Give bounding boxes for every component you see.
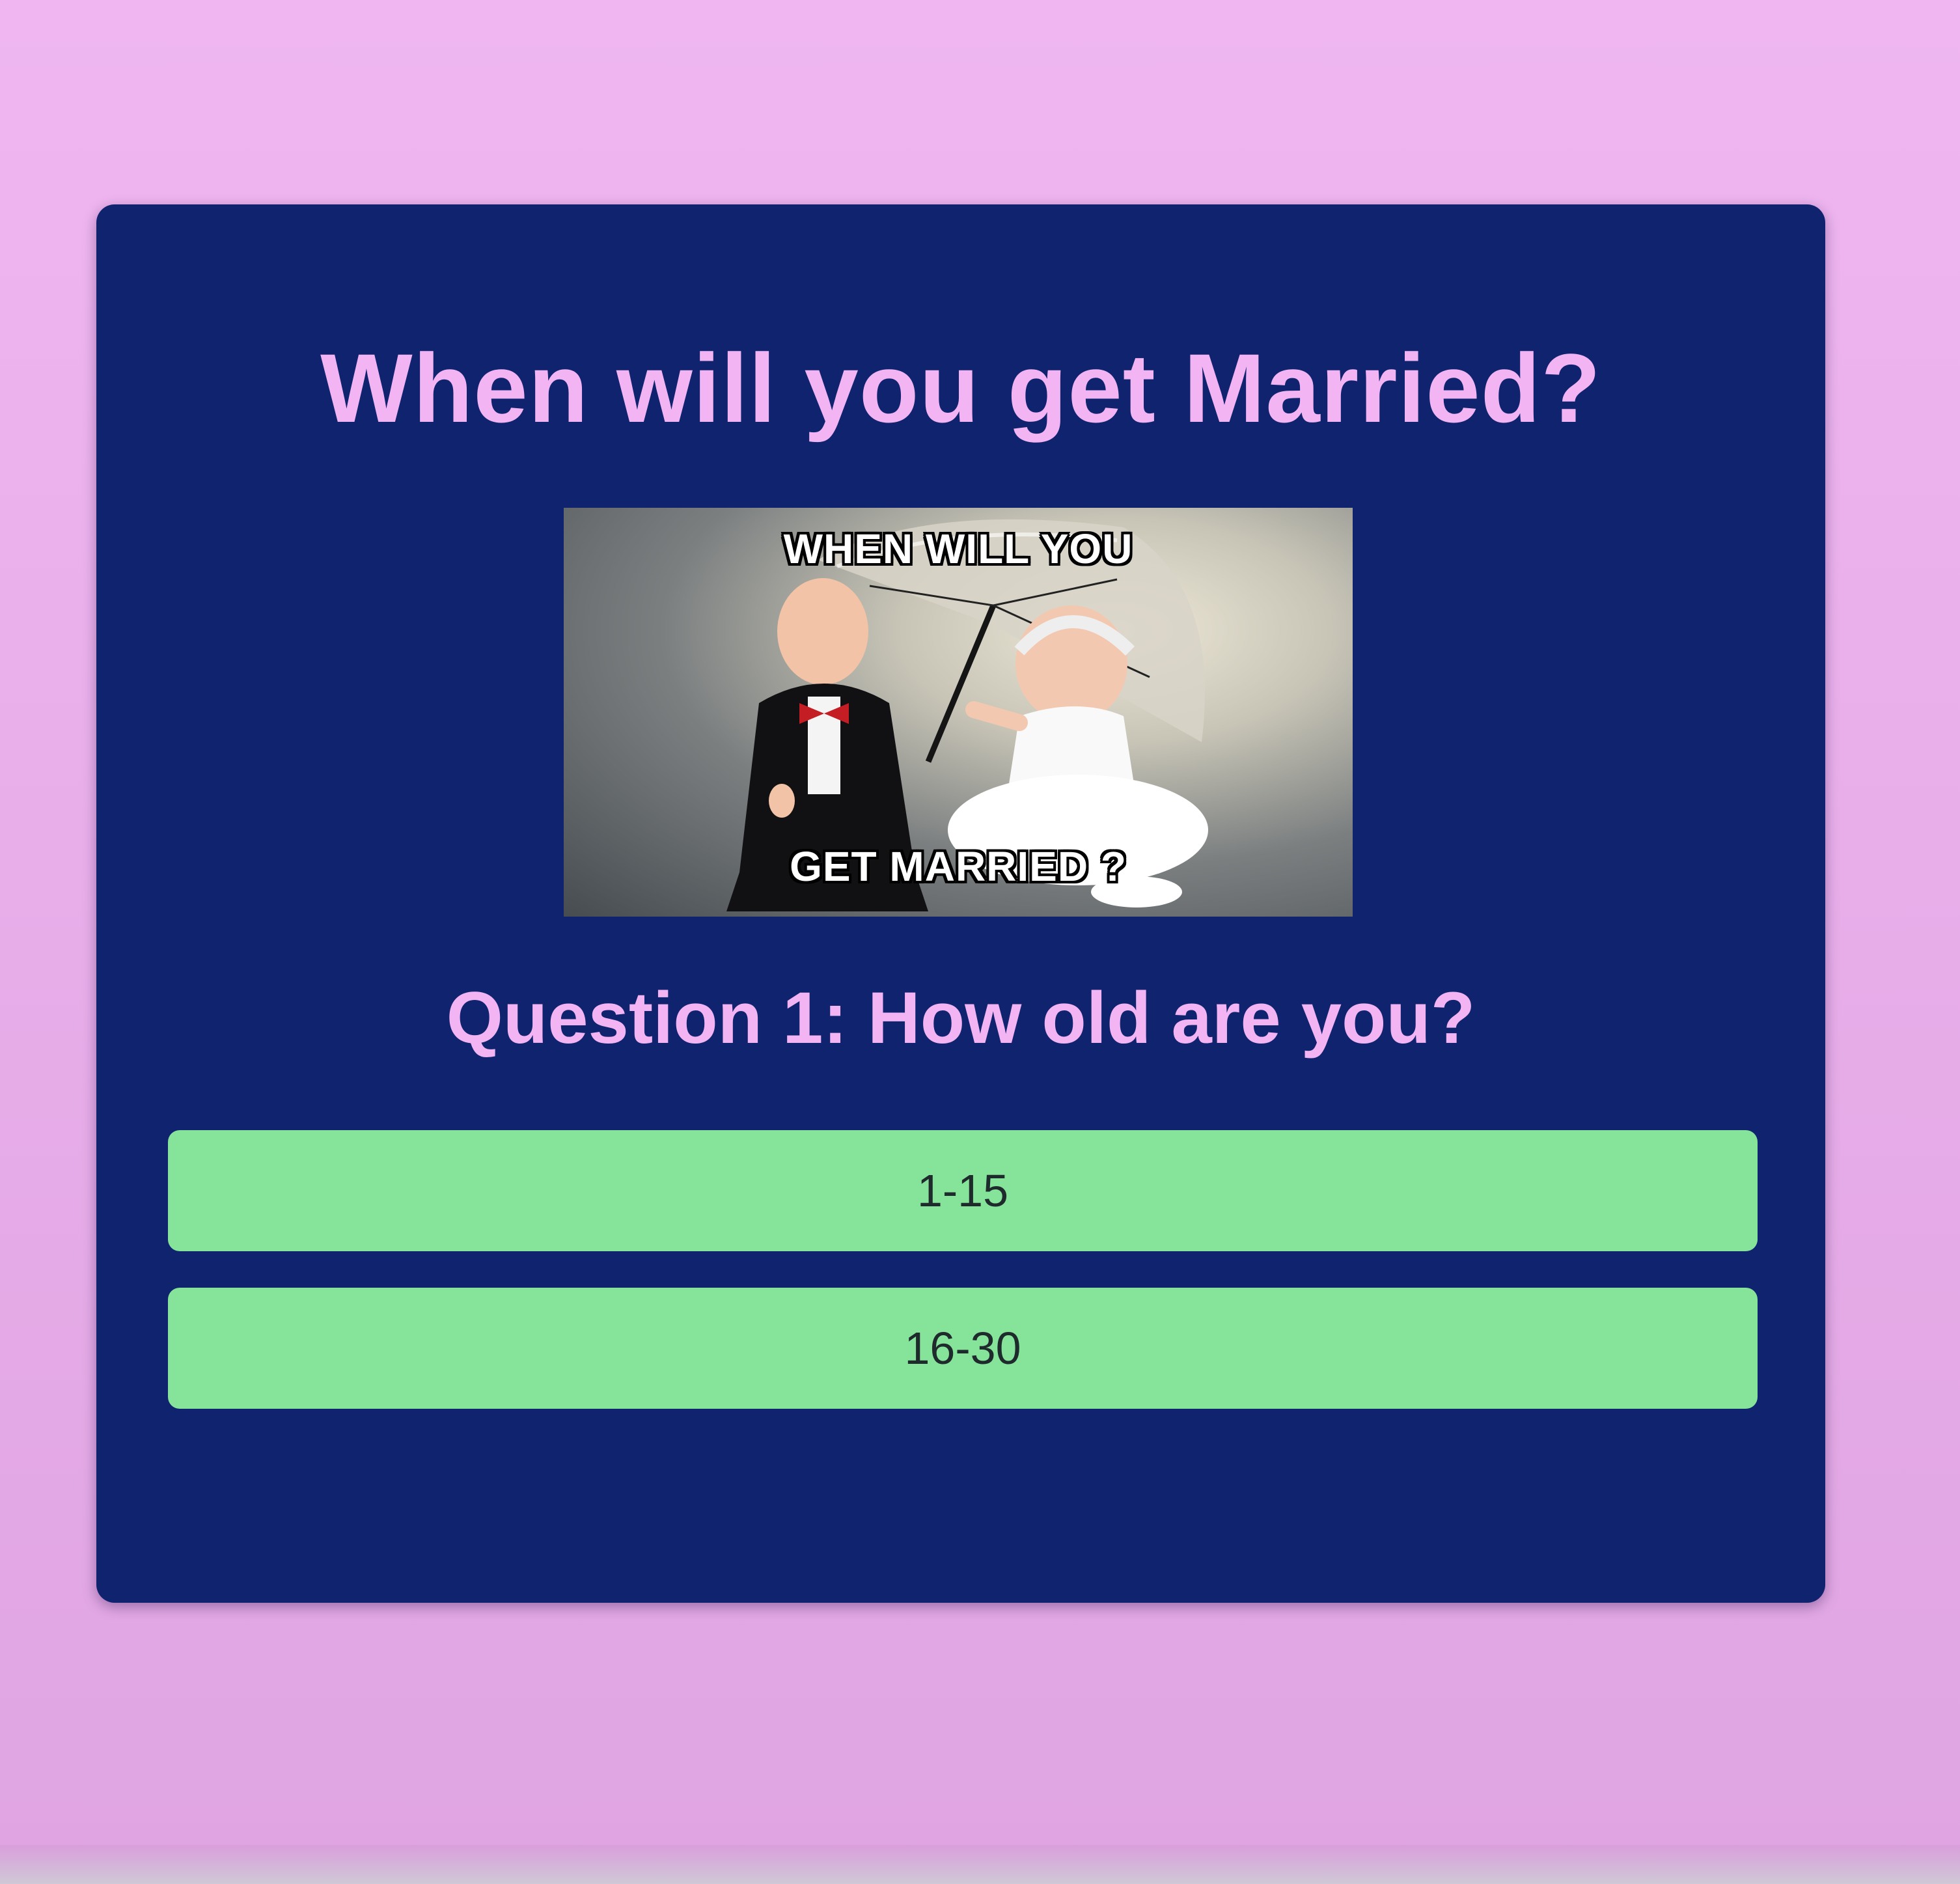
- quiz-card: When will you get Married? WHEN WILL YOU…: [96, 204, 1825, 1603]
- answer-label: 16-30: [904, 1323, 1021, 1374]
- monitor-bezel-strip: [0, 1845, 1960, 1884]
- answer-button-16-30[interactable]: 16-30: [168, 1288, 1758, 1409]
- question-text: Question 1: How old are you?: [446, 977, 1476, 1059]
- meme-caption-bottom: GET MARRIED ?: [790, 843, 1127, 890]
- quiz-title: When will you get Married?: [320, 333, 1601, 443]
- answer-button-1-15[interactable]: 1-15: [168, 1130, 1758, 1251]
- answer-label: 1-15: [917, 1165, 1009, 1216]
- meme-caption-top: WHEN WILL YOU: [783, 525, 1133, 572]
- meme-image: WHEN WILL YOU GET MARRIED ?: [564, 508, 1353, 917]
